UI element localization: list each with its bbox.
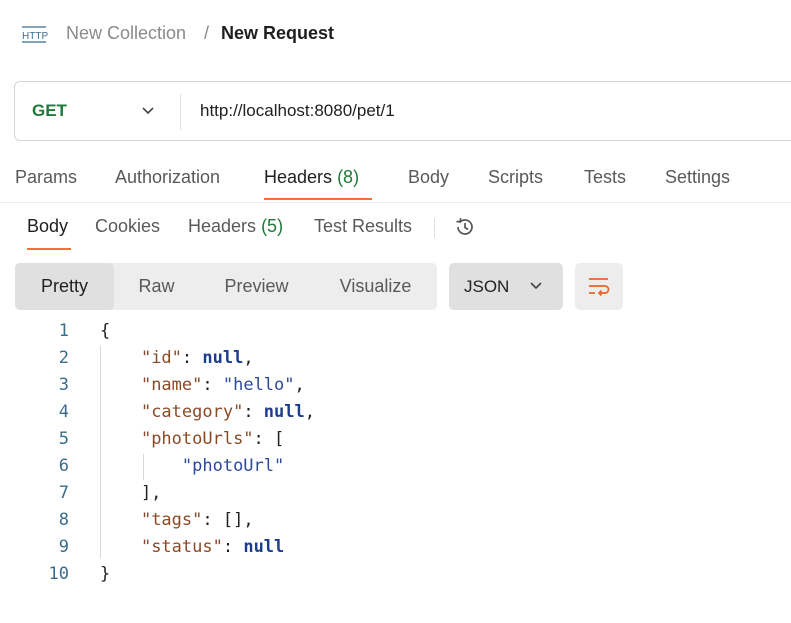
- code-token: ,: [304, 402, 315, 422]
- tab-divider: [0, 202, 791, 203]
- code-token: null: [263, 402, 305, 422]
- tab-headers[interactable]: Headers (8): [264, 167, 359, 188]
- response-tab-body[interactable]: Body: [27, 216, 68, 237]
- code-token: ],: [100, 483, 162, 503]
- wrap-lines-icon: [589, 278, 610, 297]
- view-pretty-button[interactable]: Pretty: [15, 263, 114, 310]
- code-token: "status": [140, 537, 223, 557]
- code-text: }: [100, 561, 110, 588]
- chevron-down-icon[interactable]: [141, 106, 155, 116]
- format-select-label: JSON: [464, 277, 510, 296]
- response-active-tab-indicator: [27, 248, 71, 250]
- tab-headers-count: (8): [337, 167, 360, 187]
- view-visualize-button[interactable]: Visualize: [314, 263, 437, 310]
- line-number: 5: [58, 429, 69, 449]
- history-icon[interactable]: [453, 215, 477, 239]
- response-tab-divider: [434, 218, 435, 238]
- breadcrumb-separator: /: [204, 23, 210, 43]
- line-number: 2: [58, 348, 69, 368]
- code-token: :: [222, 537, 244, 557]
- code-token: "tags": [140, 510, 203, 530]
- line-number: 1: [58, 321, 69, 341]
- http-icon: HTTP: [22, 26, 48, 43]
- code-text: "photoUrl": [100, 453, 284, 480]
- code-text: "status": null: [100, 534, 284, 561]
- code-text: "category": null,: [100, 399, 315, 426]
- url-divider: [180, 94, 181, 130]
- code-token: :: [181, 348, 203, 368]
- code-text: {: [100, 318, 110, 345]
- tab-tests[interactable]: Tests: [584, 167, 626, 188]
- tab-authorization[interactable]: Authorization: [115, 167, 220, 188]
- code-token: ,: [243, 348, 254, 368]
- code-token: : [: [253, 429, 285, 449]
- response-tab-cookies[interactable]: Cookies: [95, 216, 160, 237]
- line-number: 3: [58, 375, 69, 395]
- tab-scripts[interactable]: Scripts: [488, 167, 543, 188]
- breadcrumb-request[interactable]: New Request: [221, 23, 334, 44]
- response-tab-test-results[interactable]: Test Results: [314, 216, 412, 237]
- response-tab-headers[interactable]: Headers (5): [188, 216, 283, 237]
- wrap-lines-button[interactable]: [575, 263, 623, 310]
- tab-headers-label: Headers: [264, 167, 333, 187]
- chevron-down-icon: [530, 282, 542, 290]
- http-method-select[interactable]: GET: [32, 101, 67, 121]
- request-url-bar: GET http://localhost:8080/pet/1: [14, 81, 791, 141]
- tab-body[interactable]: Body: [408, 167, 449, 188]
- code-token: null: [202, 348, 244, 368]
- code-token: "hello": [222, 375, 295, 395]
- code-token: :: [243, 402, 264, 422]
- code-text: "id": null,: [100, 345, 254, 372]
- code-text: "name": "hello",: [100, 372, 305, 399]
- response-tab-headers-count: (5): [261, 216, 284, 236]
- format-select[interactable]: JSON: [449, 263, 563, 310]
- code-token: "id": [140, 348, 182, 368]
- code-token: ,: [294, 375, 305, 395]
- breadcrumb-collection[interactable]: New Collection: [66, 23, 186, 44]
- line-number: 10: [48, 564, 69, 584]
- code-token: :: [202, 375, 223, 395]
- url-input[interactable]: http://localhost:8080/pet/1: [200, 101, 395, 121]
- svg-text:HTTP: HTTP: [22, 31, 48, 42]
- code-token: "name": [140, 375, 203, 395]
- code-text: "tags": [],: [100, 507, 254, 534]
- code-token: : [],: [202, 510, 254, 530]
- view-preview-button[interactable]: Preview: [199, 263, 314, 310]
- line-number: 9: [58, 537, 69, 557]
- response-tab-headers-label: Headers: [188, 216, 257, 236]
- code-token: "category": [140, 402, 244, 422]
- line-number: 4: [58, 402, 69, 422]
- line-number: 6: [58, 456, 69, 476]
- code-token: {: [100, 321, 111, 341]
- tab-settings[interactable]: Settings: [665, 167, 730, 188]
- active-tab-indicator: [264, 198, 372, 200]
- tab-params[interactable]: Params: [15, 167, 77, 188]
- line-number: 8: [58, 510, 69, 530]
- code-token: }: [100, 564, 111, 584]
- view-mode-group: Pretty Raw Preview Visualize: [15, 263, 437, 310]
- code-text: ],: [100, 480, 161, 507]
- code-token: null: [243, 537, 285, 557]
- code-text: "photoUrls": [: [100, 426, 284, 453]
- view-raw-button[interactable]: Raw: [114, 263, 199, 310]
- code-token: "photoUrls": [140, 429, 254, 449]
- line-number: 7: [58, 483, 69, 503]
- code-token: "photoUrl": [181, 456, 285, 476]
